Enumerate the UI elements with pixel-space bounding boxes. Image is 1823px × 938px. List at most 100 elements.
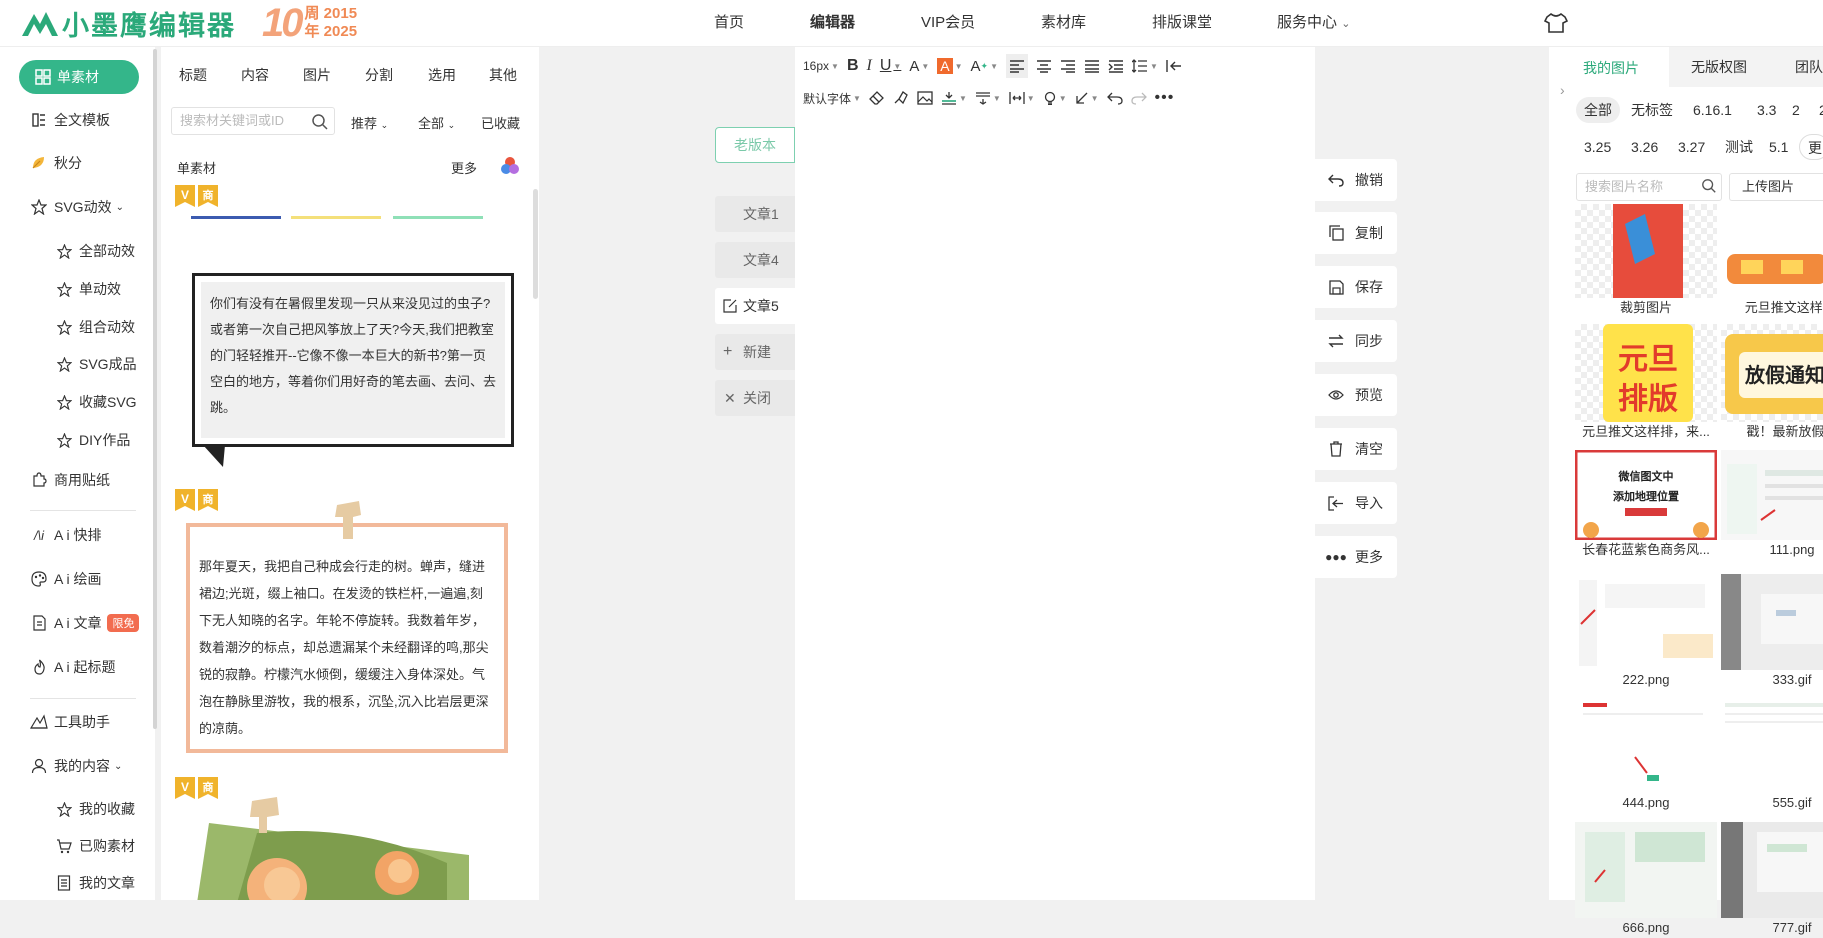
undo-icon[interactable]	[1106, 86, 1123, 110]
sidebar-item-commercial-sticker[interactable]: 商用贴纸	[30, 465, 110, 495]
tab-content[interactable]: 内容	[241, 65, 269, 85]
sync-button[interactable]: 同步	[1315, 320, 1397, 362]
sidebar-item-purchased[interactable]: 已购素材	[55, 831, 135, 861]
font-family-select[interactable]: 默认字体 ▼	[803, 86, 861, 110]
image-thumb[interactable]: 裁剪图片	[1575, 204, 1717, 318]
chip-327[interactable]: 3.27	[1670, 134, 1713, 160]
article-tab-5[interactable]: 文章5	[715, 288, 795, 324]
image-thumb[interactable]: 元旦推文这样排,	[1721, 204, 1823, 318]
image-thumb[interactable]: 元旦 排版 元旦推文这样排，来...	[1575, 324, 1717, 442]
chip-more[interactable]: 更	[1799, 134, 1823, 160]
tab-image[interactable]: 图片	[303, 65, 331, 85]
image-thumb[interactable]: 222.png	[1575, 574, 1717, 690]
nav-material-library[interactable]: 素材库	[1041, 0, 1086, 45]
sidebar-scrollbar[interactable]	[153, 49, 157, 729]
chip-all[interactable]: 全部	[1576, 97, 1620, 123]
image-thumb[interactable]: 微信图文中 添加地理位置 长春花蓝紫色商务风...	[1575, 450, 1717, 560]
sidebar-item-my-fav[interactable]: 我的收藏	[55, 794, 135, 824]
italic-icon[interactable]: I	[867, 54, 872, 78]
nav-service-center[interactable]: 服务中心 ⌄	[1277, 0, 1350, 45]
tab-divider[interactable]: 分割	[365, 65, 393, 85]
eraser-icon[interactable]	[869, 86, 885, 110]
image-icon[interactable]	[917, 86, 933, 110]
sidebar-item-ai-article[interactable]: A i 文章 限免	[30, 608, 140, 638]
sidebar-item-ai-draw[interactable]: A i 绘画	[30, 564, 101, 594]
redo-icon[interactable]	[1130, 86, 1147, 110]
nav-vip[interactable]: VIP会员	[921, 0, 975, 45]
tab-selected[interactable]: 选用	[428, 65, 456, 85]
font-color-icon[interactable]: A ▼	[909, 54, 929, 78]
image-thumb[interactable]: 放假通知 戳！最新放假通	[1721, 324, 1823, 442]
article-tab-1[interactable]: 文章1	[715, 196, 795, 232]
sidebar-item-single-anim[interactable]: 单动效	[55, 274, 121, 304]
image-thumb[interactable]: 444.png	[1575, 697, 1717, 813]
chip-untagged[interactable]: 无标签	[1623, 97, 1681, 123]
image-thumb[interactable]: 333.gif	[1721, 574, 1823, 690]
arrow-style-icon[interactable]: ▼	[1075, 86, 1099, 110]
import-button[interactable]: 导入	[1315, 482, 1397, 524]
image-thumb[interactable]: 555.gif	[1721, 697, 1823, 813]
chip-51[interactable]: 5.1	[1761, 134, 1796, 160]
align-center-icon[interactable]	[1036, 54, 1052, 78]
chevron-right-icon[interactable]: ›	[1560, 82, 1565, 98]
sidebar-item-all-anim[interactable]: 全部动效	[55, 236, 135, 266]
sidebar-item-diy[interactable]: DIY作品	[55, 425, 130, 455]
nav-layout-class[interactable]: 排版课堂	[1152, 0, 1212, 45]
indent-icon[interactable]	[1108, 54, 1124, 78]
new-article-button[interactable]: + 新建	[715, 334, 795, 370]
align-right-icon[interactable]	[1060, 54, 1076, 78]
chip-33[interactable]: 3.3	[1749, 97, 1784, 123]
logo[interactable]: 小墨鹰编辑器	[20, 4, 236, 42]
bold-icon[interactable]: B	[847, 54, 859, 78]
document-canvas[interactable]: 16px ▼ B I U ▼ A ▼ A ▼ A ✦ ▼ ▼ 默认字体 ▼ ▼ ▼ ▼ ▼ ▼…	[795, 47, 1315, 900]
sidebar-item-ai-title[interactable]: A i 起标题	[30, 652, 115, 682]
filter-all[interactable]: 全部 ⌄	[418, 113, 455, 132]
divider-style-icon[interactable]: ▼	[941, 86, 967, 110]
sidebar-item-my-content[interactable]: 我的内容 ⌄	[30, 751, 122, 781]
text-effect-icon[interactable]: A ✦ ▼	[971, 54, 998, 78]
filter-collected[interactable]: 已收藏	[481, 113, 520, 132]
sidebar-item-autumn[interactable]: 秋分	[30, 148, 82, 178]
preview-button[interactable]: 预览	[1315, 374, 1397, 416]
clear-button[interactable]: 清空	[1315, 428, 1397, 470]
tab-copyright-free[interactable]: 无版权图	[1691, 47, 1747, 87]
sidebar-item-fav-svg[interactable]: 收藏SVG	[55, 387, 137, 417]
upload-image-button[interactable]: 上传图片	[1729, 173, 1823, 201]
nav-home[interactable]: 首页	[714, 0, 744, 45]
old-version-button[interactable]: 老版本	[715, 127, 795, 163]
chip-6161[interactable]: 6.16.1	[1685, 97, 1740, 123]
sidebar-item-full-template[interactable]: 全文模板	[30, 105, 110, 135]
sidebar-item-my-articles[interactable]: 我的文章	[55, 868, 135, 898]
sidebar-item-ai-layout[interactable]: /\i A i 快排	[30, 520, 102, 550]
filter-recommend[interactable]: 推荐 ⌄	[351, 113, 388, 132]
material-scrollbar[interactable]	[533, 189, 538, 299]
close-article-button[interactable]: ✕ 关闭	[715, 380, 795, 416]
chip-test[interactable]: 测试	[1717, 134, 1761, 160]
image-thumb[interactable]: 777.gif	[1721, 822, 1823, 938]
chip-2b[interactable]: 2	[1811, 97, 1823, 123]
chip-2[interactable]: 2	[1784, 97, 1808, 123]
material-card[interactable]: V 商 你们有没有在暑假里发现一只从来没见过的虫子?或者第一次自己把风筝放上了天…	[167, 185, 528, 477]
more-icon[interactable]: •••	[1155, 86, 1175, 110]
justify-icon[interactable]	[1084, 54, 1100, 78]
chip-326[interactable]: 3.26	[1623, 134, 1666, 160]
search-icon[interactable]	[1701, 178, 1717, 194]
sidebar-item-single-material[interactable]: 单素材	[19, 60, 139, 94]
sidebar-item-svg-anim[interactable]: SVG动效 ⌄	[30, 192, 124, 222]
align-left-icon[interactable]	[1006, 54, 1029, 78]
material-card[interactable]: V 商 那年夏天，我把自己种成会行走的树。蝉声，缝进裙边;光斑，缀上袖口。在发烫…	[167, 489, 528, 771]
more-link[interactable]: 更多	[451, 158, 477, 177]
margin-icon[interactable]: ▼	[1009, 86, 1035, 110]
sidebar-item-tool-helper[interactable]: 工具助手	[30, 707, 110, 737]
copy-button[interactable]: 复制	[1315, 212, 1397, 254]
tab-my-images[interactable]: 我的图片	[1567, 47, 1669, 87]
image-thumb[interactable]: 666.png	[1575, 822, 1717, 938]
tab-title[interactable]: 标题	[179, 65, 207, 85]
brush-icon[interactable]	[893, 86, 909, 110]
lightbulb-icon[interactable]: ▼	[1043, 86, 1067, 110]
tab-other[interactable]: 其他	[489, 65, 517, 85]
color-picker-icon[interactable]	[499, 155, 521, 177]
tab-team[interactable]: 团队	[1795, 47, 1823, 87]
chip-325[interactable]: 3.25	[1576, 134, 1619, 160]
undo-button[interactable]: 撤销	[1315, 159, 1397, 201]
